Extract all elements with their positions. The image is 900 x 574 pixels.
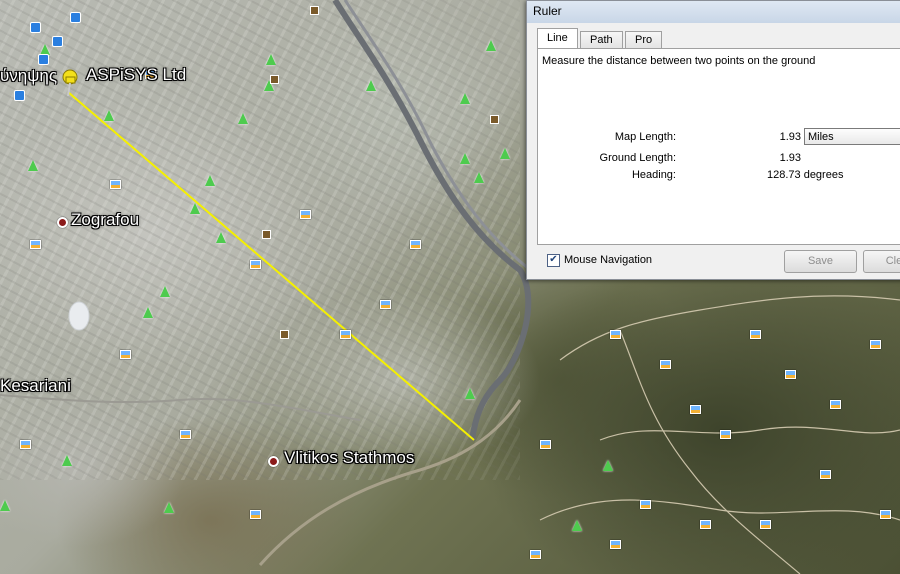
tree-icon: [164, 502, 174, 513]
photo-icon: [640, 500, 651, 509]
units-selected-value: Miles: [808, 131, 834, 143]
poi-label-aspisys-prefix: ύνηψης: [0, 66, 58, 85]
photo-icon: [610, 330, 621, 339]
heading-label: Heading:: [631, 169, 676, 181]
photo-icon: [530, 550, 541, 559]
tree-icon: [190, 203, 200, 214]
photo-icon: [785, 370, 796, 379]
tree-icon: [216, 232, 226, 243]
photo-icon: [30, 240, 41, 249]
photo-icon: [830, 400, 841, 409]
tree-icon: [500, 148, 510, 159]
landmark-icon: [262, 230, 271, 239]
photo-icon: [720, 430, 731, 439]
poi-label-aspisys[interactable]: ASPiSYS Ltd: [86, 65, 186, 85]
mouse-navigation-checkbox[interactable]: ✔: [547, 254, 560, 267]
tree-icon: [366, 80, 376, 91]
bus-stop-icon: [38, 54, 49, 65]
track: [599, 426, 900, 441]
photo-icon: [750, 330, 761, 339]
save-button[interactable]: Save: [784, 250, 857, 273]
mouse-navigation-label[interactable]: Mouse Navigation: [564, 254, 652, 266]
tree-icon: [62, 455, 72, 466]
units-dropdown[interactable]: Miles: [804, 128, 900, 145]
stadium: [68, 301, 90, 331]
photo-icon: [880, 510, 891, 519]
bus-stop-icon: [70, 12, 81, 23]
road: [0, 394, 361, 421]
photo-icon: [610, 540, 621, 549]
ruler-title-bar[interactable]: Ruler: [527, 1, 900, 23]
tree-icon: [28, 160, 38, 171]
tree-icon: [572, 520, 582, 531]
tree-icon: [238, 113, 248, 124]
ruler-panel: Measure the distance between two points …: [537, 48, 900, 245]
highway-road-2: [343, 0, 529, 270]
ground-length-label: Ground Length:: [599, 152, 676, 164]
ruler-description: Measure the distance between two points …: [542, 55, 816, 67]
road: [258, 399, 522, 566]
tree-icon: [460, 93, 470, 104]
photo-icon: [820, 470, 831, 479]
tab-path[interactable]: Path: [580, 31, 623, 48]
ground-length-value: 1.93: [779, 152, 801, 164]
photo-icon: [700, 520, 711, 529]
ruler-title: Ruler: [533, 4, 562, 18]
ruler-dialog: Ruler Line Path Pro Measure the distance…: [526, 0, 900, 280]
tree-icon: [143, 307, 153, 318]
track: [539, 499, 900, 521]
photo-icon: [410, 240, 421, 249]
pushpin-icon[interactable]: [60, 68, 82, 98]
bus-stop-icon: [14, 90, 25, 101]
bus-stop-icon: [30, 22, 41, 33]
poi-label-zografou[interactable]: Zografou: [71, 210, 139, 230]
tree-icon: [460, 153, 470, 164]
photo-icon: [120, 350, 131, 359]
landmark-icon: [280, 330, 289, 339]
photo-icon: [870, 340, 881, 349]
tree-icon: [266, 54, 276, 65]
photo-icon: [180, 430, 191, 439]
photo-icon: [540, 440, 551, 449]
tab-pro[interactable]: Pro: [625, 31, 663, 48]
photo-icon: [110, 180, 121, 189]
tree-icon: [465, 388, 475, 399]
photo-icon: [760, 520, 771, 529]
poi-label-vlitikos[interactable]: Vlitikos Stathmos: [284, 448, 414, 468]
ruler-measurement-line: [67, 91, 475, 441]
photo-icon: [250, 260, 261, 269]
photo-icon: [340, 330, 351, 339]
landmark-icon: [270, 75, 279, 84]
photo-icon: [300, 210, 311, 219]
photo-icon: [380, 300, 391, 309]
poi-marker-zografou[interactable]: [57, 217, 68, 228]
landmark-icon: [490, 115, 499, 124]
track: [619, 329, 801, 574]
tree-icon: [205, 175, 215, 186]
poi-marker-vlitikos[interactable]: [268, 456, 279, 467]
tree-icon: [474, 172, 484, 183]
photo-icon: [20, 440, 31, 449]
track: [559, 295, 900, 361]
photo-icon: [690, 405, 701, 414]
tab-line[interactable]: Line: [537, 28, 578, 48]
tree-icon: [104, 110, 114, 121]
tree-icon: [486, 40, 496, 51]
map-length-value: 1.93: [779, 131, 801, 143]
heading-value: 128.73 degrees: [767, 169, 844, 181]
tree-icon: [603, 460, 613, 471]
landmark-icon: [310, 6, 319, 15]
tree-icon: [0, 500, 10, 511]
bus-stop-icon: [52, 36, 63, 47]
map-length-label: Map Length:: [614, 131, 676, 143]
clear-button[interactable]: Cle: [863, 250, 900, 273]
tree-icon: [160, 286, 170, 297]
photo-icon: [660, 360, 671, 369]
poi-label-kesariani[interactable]: Kesariani: [0, 376, 71, 396]
photo-icon: [250, 510, 261, 519]
highway-road: [332, 0, 532, 441]
